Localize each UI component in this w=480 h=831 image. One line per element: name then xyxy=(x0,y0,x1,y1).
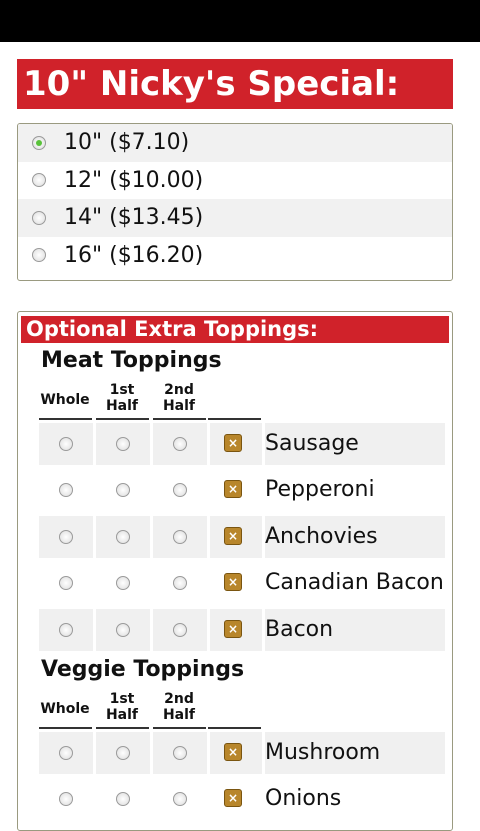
second-half-radio-icon[interactable] xyxy=(173,622,187,637)
whole-radio-icon[interactable] xyxy=(59,529,73,544)
topping-row: × Onions xyxy=(39,778,445,820)
topping-label: Bacon xyxy=(265,616,334,642)
size-label: 14" ($13.45) xyxy=(64,205,204,231)
x-box-icon[interactable]: × xyxy=(224,480,242,499)
size-label: 16" ($16.20) xyxy=(64,242,204,268)
page-title: 10" Nicky's Special: xyxy=(17,59,453,109)
veggie-section-title: Veggie Toppings xyxy=(41,657,245,682)
size-label: 10" ($7.10) xyxy=(64,130,190,156)
second-half-radio-icon[interactable] xyxy=(173,437,187,451)
column-divider xyxy=(208,418,261,420)
toppings-header: Optional Extra Toppings: xyxy=(21,316,449,343)
radio-button-icon[interactable] xyxy=(32,248,46,263)
radio-button-icon[interactable] xyxy=(32,210,46,225)
column-divider xyxy=(96,727,149,729)
topping-row: × Bacon xyxy=(39,608,445,651)
topping-row: × Sausage xyxy=(39,423,445,465)
column-whole: Whole xyxy=(40,701,90,717)
topping-label: Onions xyxy=(265,786,342,812)
x-box-icon[interactable]: × xyxy=(224,789,242,808)
column-divider xyxy=(96,418,149,420)
column-divider xyxy=(208,727,261,729)
second-half-radio-icon[interactable] xyxy=(173,746,187,760)
topping-row: × Mushroom xyxy=(39,732,445,774)
topping-row: × Anchovies xyxy=(39,515,445,558)
topping-row: × Canadian Bacon xyxy=(39,562,445,604)
column-first-half: 1st Half xyxy=(105,382,139,414)
column-divider xyxy=(153,418,206,420)
status-bar xyxy=(0,0,480,42)
topping-label: Pepperoni xyxy=(265,477,375,503)
whole-radio-icon[interactable] xyxy=(59,437,73,451)
whole-radio-icon[interactable] xyxy=(59,622,73,637)
size-option-16[interactable]: 16" ($16.20) xyxy=(18,237,452,275)
first-half-radio-icon[interactable] xyxy=(116,529,130,544)
first-half-radio-icon[interactable] xyxy=(116,437,130,451)
size-selector: 10" ($7.10) 12" ($10.00) 14" ($13.45) 16… xyxy=(17,123,453,281)
column-second-half: 2nd Half xyxy=(162,691,196,723)
column-second-half: 2nd Half xyxy=(162,382,196,414)
x-box-icon[interactable]: × xyxy=(224,434,242,452)
column-divider xyxy=(39,418,92,420)
topping-label: Canadian Bacon xyxy=(265,570,444,596)
whole-radio-icon[interactable] xyxy=(59,746,73,760)
column-whole: Whole xyxy=(40,392,90,408)
radio-button-icon[interactable] xyxy=(32,135,46,150)
topping-row: × Pepperoni xyxy=(39,469,445,511)
topping-label: Mushroom xyxy=(265,740,381,765)
second-half-radio-icon[interactable] xyxy=(173,529,187,544)
radio-button-icon[interactable] xyxy=(32,173,46,188)
meat-section-title: Meat Toppings xyxy=(41,348,222,373)
first-half-radio-icon[interactable] xyxy=(116,622,130,637)
column-divider xyxy=(153,727,206,729)
size-option-10[interactable]: 10" ($7.10) xyxy=(18,124,452,162)
first-half-radio-icon[interactable] xyxy=(116,746,130,760)
x-box-icon[interactable]: × xyxy=(224,526,242,545)
size-label: 12" ($10.00) xyxy=(64,167,204,193)
topping-label: Anchovies xyxy=(265,523,378,549)
x-box-icon[interactable]: × xyxy=(224,573,242,592)
column-divider xyxy=(39,727,92,729)
x-box-icon[interactable]: × xyxy=(224,743,242,761)
topping-label: Sausage xyxy=(265,431,359,456)
toppings-panel: Optional Extra Toppings: Meat Toppings W… xyxy=(17,311,453,831)
size-option-14[interactable]: 14" ($13.45) xyxy=(18,199,452,237)
column-first-half: 1st Half xyxy=(105,691,139,723)
x-box-icon[interactable]: × xyxy=(224,619,242,638)
size-option-12[interactable]: 12" ($10.00) xyxy=(18,162,452,200)
